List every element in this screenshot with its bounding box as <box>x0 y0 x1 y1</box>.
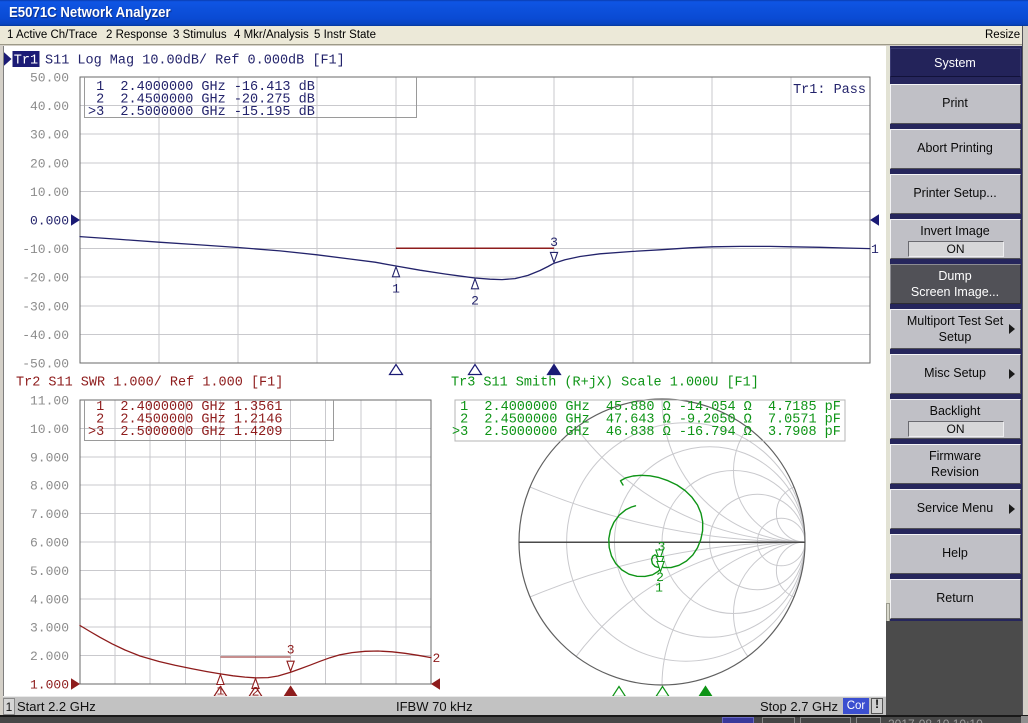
svg-text:5.000: 5.000 <box>30 564 69 579</box>
svg-text:3.000: 3.000 <box>30 621 69 636</box>
svg-text:1: 1 <box>655 581 663 596</box>
svg-text:30.00: 30.00 <box>30 128 69 143</box>
svg-text:4.000: 4.000 <box>30 592 69 607</box>
svg-text:50.00: 50.00 <box>30 71 69 86</box>
svg-text:-50.00: -50.00 <box>22 357 69 372</box>
svg-text:Tr1: Tr1 <box>14 54 38 69</box>
svg-text:Tr2 S11 SWR 1.000/ Ref 1.000 [: Tr2 S11 SWR 1.000/ Ref 1.000 [F1] <box>16 375 283 390</box>
svg-text:9.000: 9.000 <box>30 450 69 465</box>
svg-text:-10.00: -10.00 <box>22 242 69 257</box>
svg-text:10.00: 10.00 <box>30 185 69 200</box>
svg-text:>3 2.5000000 GHz 46.838 Ω -1: >3 2.5000000 GHz 46.838 Ω -16.794 Ω 3.79… <box>452 425 841 440</box>
svg-text:7.000: 7.000 <box>30 507 69 522</box>
svg-text:3: 3 <box>550 235 558 250</box>
svg-text:11.00: 11.00 <box>30 394 69 409</box>
svg-text:Tr3 S11 Smith (R+jX) Scale 1.0: Tr3 S11 Smith (R+jX) Scale 1.000U [F1] <box>451 375 759 390</box>
svg-text:1.000: 1.000 <box>30 678 69 693</box>
svg-text:1: 1 <box>871 242 879 257</box>
svg-text:8.000: 8.000 <box>30 479 69 494</box>
svg-text:>3 2.5000000 GHz 1.4209: >3 2.5000000 GHz 1.4209 <box>88 425 282 440</box>
svg-text:-40.00: -40.00 <box>22 328 69 343</box>
svg-text:-30.00: -30.00 <box>22 299 69 314</box>
svg-text:10.00: 10.00 <box>30 422 69 437</box>
svg-text:3: 3 <box>287 643 295 658</box>
svg-text:1: 1 <box>392 282 400 297</box>
svg-text:40.00: 40.00 <box>30 99 69 114</box>
svg-text:>3 2.5000000 GHz -15.195 dB: >3 2.5000000 GHz -15.195 dB <box>88 105 315 120</box>
svg-text:S11 Log Mag 10.00dB/ Ref 0.000: S11 Log Mag 10.00dB/ Ref 0.000dB [F1] <box>45 54 345 69</box>
svg-text:20.00: 20.00 <box>30 156 69 171</box>
svg-text:2.000: 2.000 <box>30 649 69 664</box>
svg-text:2: 2 <box>433 651 441 666</box>
svg-text:Tr1: Pass: Tr1: Pass <box>793 83 866 98</box>
svg-text:0.000: 0.000 <box>30 214 69 229</box>
svg-text:-20.00: -20.00 <box>22 271 69 286</box>
svg-text:2: 2 <box>471 293 479 308</box>
svg-text:6.000: 6.000 <box>30 536 69 551</box>
